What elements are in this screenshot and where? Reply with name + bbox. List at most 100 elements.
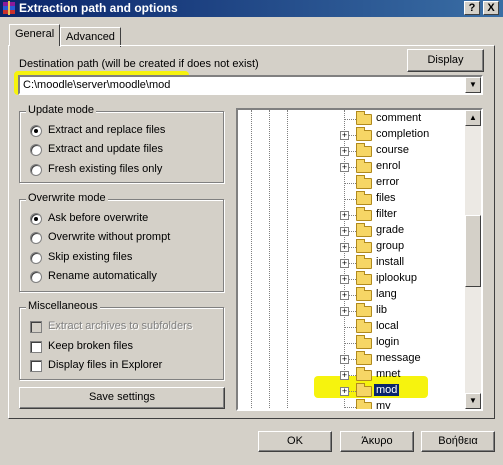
tree-node[interactable]: + message (238, 351, 464, 367)
help-button[interactable]: Βοήθεια (421, 431, 495, 452)
tree-node[interactable]: + grade (238, 223, 464, 239)
winrar-app-icon (3, 1, 15, 15)
tree-node[interactable]: login (238, 335, 464, 351)
folder-icon (356, 191, 372, 205)
tree-node-label: group (376, 240, 405, 252)
radio-button[interactable] (30, 164, 42, 176)
expand-icon[interactable]: + (340, 275, 349, 284)
tab-general[interactable]: General (9, 24, 61, 46)
tree-node[interactable]: + group (238, 239, 464, 255)
tree-node[interactable]: + mod (238, 383, 464, 399)
folder-icon (356, 175, 372, 189)
tree-node-label: message (376, 352, 421, 364)
folder-icon (356, 287, 372, 301)
scroll-up-icon[interactable]: ▲ (465, 110, 481, 126)
tree-node-label: lang (376, 288, 397, 300)
destination-path-combo[interactable]: C:\moodle\server\moodle\mod ▼ (18, 75, 483, 95)
checkbox[interactable] (30, 360, 42, 372)
cancel-button[interactable]: Άκυρο (340, 431, 414, 452)
chevron-down-icon[interactable]: ▼ (465, 77, 481, 93)
tree-node[interactable]: + iplookup (238, 271, 464, 287)
tree-node-label: local (376, 320, 399, 332)
tree-node[interactable]: local (238, 319, 464, 335)
expand-icon[interactable]: + (340, 355, 349, 364)
misc-group: Miscellaneous Extract archives to subfol… (19, 300, 224, 380)
misc-title: Miscellaneous (26, 300, 100, 312)
tree-connector (344, 183, 356, 184)
help-title-button[interactable]: ? (464, 1, 480, 15)
expand-icon[interactable]: + (340, 387, 349, 396)
folder-icon (356, 351, 372, 365)
title-bar: Extraction path and options ? X (0, 0, 503, 17)
tree-node[interactable]: + enrol (238, 159, 464, 175)
folder-icon (356, 303, 372, 317)
tree-node-label: grade (376, 224, 405, 236)
radio-button[interactable] (30, 125, 42, 137)
tree-node-label: filter (376, 208, 397, 220)
radio-button[interactable] (30, 144, 42, 156)
expand-icon[interactable]: + (340, 211, 349, 220)
expand-icon[interactable]: + (340, 259, 349, 268)
radio-button[interactable] (30, 232, 42, 244)
folder-icon (356, 111, 372, 125)
radio-button[interactable] (30, 213, 42, 225)
folder-icon (356, 223, 372, 237)
tree-node-label: mod (374, 384, 400, 396)
tree-node[interactable]: + completion (238, 127, 464, 143)
tab-advanced[interactable]: Advanced (60, 27, 121, 47)
save-settings-button[interactable]: Save settings (19, 387, 225, 409)
expand-icon[interactable]: + (340, 227, 349, 236)
tree-node[interactable]: files (238, 191, 464, 207)
window-title: Extraction path and options (19, 1, 178, 15)
tree-node[interactable]: + lib (238, 303, 464, 319)
folder-icon (356, 207, 372, 221)
display-button[interactable]: Display (407, 49, 484, 72)
scroll-down-icon[interactable]: ▼ (465, 393, 481, 409)
folder-icon (356, 255, 372, 269)
tree-node[interactable]: error (238, 175, 464, 191)
destination-path-value: C:\moodle\server\moodle\mod (23, 79, 171, 91)
tree-node[interactable]: + lang (238, 287, 464, 303)
tree-node[interactable]: + course (238, 143, 464, 159)
tree-node-label: my (376, 400, 391, 411)
tree-scrollbar[interactable]: ▲ ▼ (465, 110, 481, 409)
ok-button[interactable]: OK (258, 431, 332, 452)
tree-node-label: lib (376, 304, 388, 316)
tree-node-label: login (376, 336, 400, 348)
expand-icon[interactable]: + (340, 131, 349, 140)
tree-node[interactable]: comment (238, 111, 464, 127)
destination-label: Destination path (will be created if doe… (19, 58, 259, 70)
folder-icon (356, 383, 372, 397)
extraction-dialog: Extraction path and options ? X General … (0, 0, 503, 465)
tree-connector (344, 327, 356, 328)
folder-icon (356, 239, 372, 253)
tree-connector (344, 343, 356, 344)
tree-connector (344, 407, 356, 408)
radio-button[interactable] (30, 271, 42, 283)
expand-icon[interactable]: + (340, 291, 349, 300)
tree-node[interactable]: my (238, 399, 464, 411)
expand-icon[interactable]: + (340, 163, 349, 172)
tree-node[interactable]: + filter (238, 207, 464, 223)
tree-connector (344, 199, 356, 200)
tree-node-label: completion (376, 128, 430, 140)
overwrite-mode-title: Overwrite mode (26, 192, 108, 204)
expand-icon[interactable]: + (340, 147, 349, 156)
tree-node-label: error (376, 176, 400, 188)
radio-button[interactable] (30, 252, 42, 264)
expand-icon[interactable]: + (340, 307, 349, 316)
tree-node[interactable]: + mnet (238, 367, 464, 383)
update-mode-title: Update mode (26, 104, 97, 116)
tree-node[interactable]: + install (238, 255, 464, 271)
tree-node-label: comment (376, 112, 422, 124)
tree-node-label: mnet (376, 368, 401, 380)
checkbox (30, 321, 42, 333)
checkbox[interactable] (30, 341, 42, 353)
expand-icon[interactable]: + (340, 371, 349, 380)
folder-tree[interactable]: comment + completion + course + enrol error file… (236, 108, 483, 411)
tree-node-label: files (376, 192, 396, 204)
tree-node-label: enrol (376, 160, 401, 172)
scroll-thumb[interactable] (465, 215, 481, 287)
close-icon[interactable]: X (483, 1, 499, 15)
expand-icon[interactable]: + (340, 243, 349, 252)
